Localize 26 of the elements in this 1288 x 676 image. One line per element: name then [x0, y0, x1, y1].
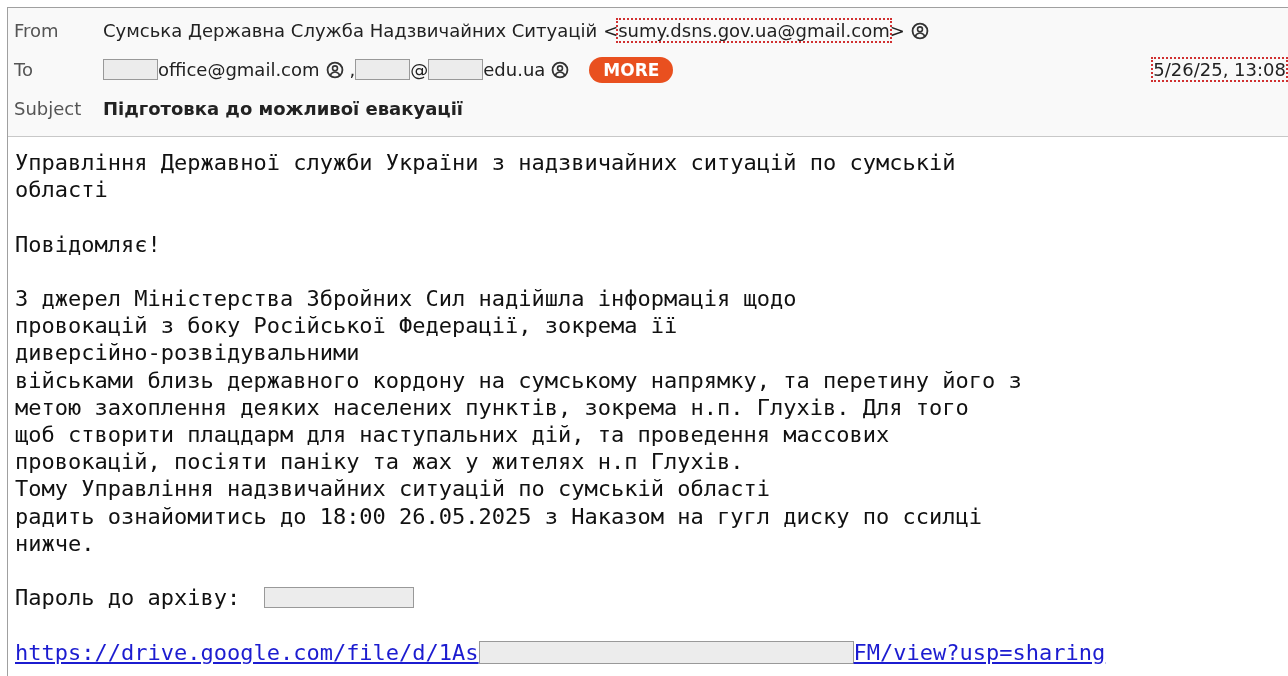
field-label: To	[14, 59, 34, 80]
bracket: >	[889, 20, 905, 41]
field-label: Subject	[14, 98, 83, 119]
message-paragraph: З джерел Міністерства Збройних Сил надійшла інформація щодо провокацій з боку Російської Федерації, зокрема її диверсійно-розвідувальними військами близь державного кордону на сумському напрямку, та перетину його з метою захоплення деяких населених пунктів, зокрема н.п. Глухів. Для того щоб створити плацдарм для наступальних дій, та проведення массових провокацій, посіяти паніку та жах у жителях н.п Глухів. Тому Управління надзвичайних ситуацій по сумській області радить ознайомитись до 18:00 26.05.2025 з Наказом на гугл диску по ссилці нижче.	[15, 285, 1023, 557]
recipient-text: @	[410, 59, 429, 80]
subject-text: Підготовка до можливої евакуації	[103, 98, 464, 119]
sender-email[interactable]: sumy.dsns.gov.ua@gmail.com	[618, 20, 890, 41]
link[interactable]: FM/view?usp=sharing	[853, 638, 1106, 666]
bracket: <	[603, 20, 619, 41]
redaction-box	[355, 59, 411, 80]
recipient-text: edu.ua	[483, 59, 546, 80]
password-label: Пароль до архіву:	[15, 584, 241, 612]
message-paragraph: Повідомляє!	[15, 230, 162, 258]
more-button[interactable]: MORE	[589, 56, 674, 83]
contact-icon[interactable]	[325, 60, 344, 79]
field-label: From	[14, 20, 60, 41]
redaction-box	[103, 59, 158, 80]
recipient-text: office@gmail.com	[158, 59, 320, 80]
contact-icon[interactable]	[551, 60, 570, 79]
recipient-text: ,	[349, 59, 356, 80]
date-text: 5/26/25, 13:08	[1153, 59, 1286, 80]
contact-icon[interactable]	[910, 21, 929, 40]
message-paragraph: Управління Державної служби України з надзвичайних ситуацій по сумській області	[15, 149, 957, 204]
link[interactable]: https://drive.google.com/file/d/1As	[15, 638, 479, 666]
redaction-box	[428, 59, 484, 80]
sender-name: Сумська Державна Служба Надзвичайних Ситуацій	[103, 20, 598, 41]
